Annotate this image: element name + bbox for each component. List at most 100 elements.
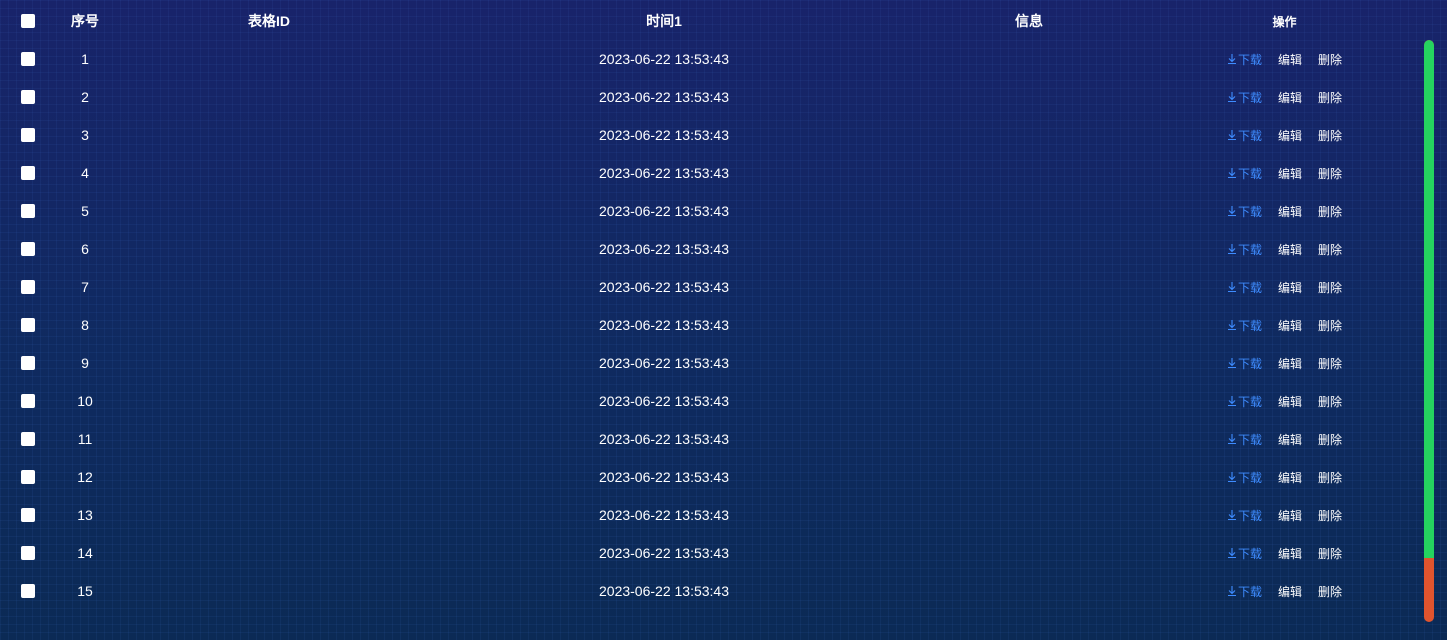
row-time: 2023-06-22 13:53:43 <box>599 165 729 181</box>
row-checkbox[interactable] <box>21 470 35 484</box>
delete-button[interactable]: 删除 <box>1318 545 1342 562</box>
edit-button[interactable]: 编辑 <box>1278 469 1302 486</box>
download-label: 下载 <box>1237 90 1262 105</box>
row-checkbox[interactable] <box>21 90 35 104</box>
row-index: 3 <box>81 127 89 143</box>
vertical-scrollbar[interactable] <box>1424 40 1434 622</box>
download-button[interactable]: 下载 <box>1227 469 1262 486</box>
row-time: 2023-06-22 13:53:43 <box>599 279 729 295</box>
row-checkbox-cell <box>0 40 56 78</box>
delete-button[interactable]: 删除 <box>1318 393 1342 410</box>
edit-button[interactable]: 编辑 <box>1278 545 1302 562</box>
download-arrow-icon <box>1227 319 1237 331</box>
edit-button[interactable]: 编辑 <box>1278 51 1302 68</box>
delete-button[interactable]: 删除 <box>1318 355 1342 372</box>
download-button[interactable]: 下载 <box>1227 89 1262 106</box>
download-arrow-icon <box>1227 433 1237 445</box>
download-arrow-icon <box>1227 395 1237 407</box>
table-body: 1 2023-06-22 13:53:43 下载 编辑 删除 2 2023-06-22 13… <box>0 40 1415 610</box>
row-time: 2023-06-22 13:53:43 <box>599 545 729 561</box>
row-checkbox-cell <box>0 572 56 610</box>
row-time: 2023-06-22 13:53:43 <box>599 583 729 599</box>
edit-button[interactable]: 编辑 <box>1278 165 1302 182</box>
table-row: 12 2023-06-22 13:53:43 下载 编辑 删除 <box>0 458 1415 496</box>
row-checkbox[interactable] <box>21 280 35 294</box>
row-checkbox[interactable] <box>21 356 35 370</box>
download-button[interactable]: 下载 <box>1227 51 1262 68</box>
edit-button[interactable]: 编辑 <box>1278 89 1302 106</box>
row-table-id <box>114 458 424 496</box>
download-button[interactable]: 下载 <box>1227 279 1262 296</box>
download-button[interactable]: 下载 <box>1227 393 1262 410</box>
download-arrow-icon <box>1227 53 1237 65</box>
row-info <box>904 78 1154 116</box>
row-operations: 下载 编辑 删除 <box>1154 116 1415 154</box>
edit-button[interactable]: 编辑 <box>1278 431 1302 448</box>
table-row: 14 2023-06-22 13:53:43 下载 编辑 删除 <box>0 534 1415 572</box>
delete-button[interactable]: 删除 <box>1318 241 1342 258</box>
row-table-id <box>114 534 424 572</box>
row-info <box>904 572 1154 610</box>
edit-button[interactable]: 编辑 <box>1278 393 1302 410</box>
row-table-id <box>114 230 424 268</box>
row-checkbox[interactable] <box>21 508 35 522</box>
row-time: 2023-06-22 13:53:43 <box>599 393 729 409</box>
row-index: 10 <box>77 393 93 409</box>
row-time: 2023-06-22 13:53:43 <box>599 51 729 67</box>
download-button[interactable]: 下载 <box>1227 431 1262 448</box>
download-button[interactable]: 下载 <box>1227 127 1262 144</box>
delete-button[interactable]: 删除 <box>1318 127 1342 144</box>
download-button[interactable]: 下载 <box>1227 165 1262 182</box>
download-button[interactable]: 下载 <box>1227 241 1262 258</box>
delete-button[interactable]: 删除 <box>1318 507 1342 524</box>
download-button[interactable]: 下载 <box>1227 545 1262 562</box>
edit-button[interactable]: 编辑 <box>1278 507 1302 524</box>
row-time: 2023-06-22 13:53:43 <box>599 127 729 143</box>
scrollbar-thumb[interactable] <box>1424 40 1434 558</box>
row-checkbox[interactable] <box>21 584 35 598</box>
row-checkbox[interactable] <box>21 204 35 218</box>
table-row: 11 2023-06-22 13:53:43 下载 编辑 删除 <box>0 420 1415 458</box>
select-all-checkbox[interactable] <box>21 14 35 28</box>
delete-button[interactable]: 删除 <box>1318 317 1342 334</box>
edit-button[interactable]: 编辑 <box>1278 355 1302 372</box>
row-operations: 下载 编辑 删除 <box>1154 78 1415 116</box>
download-button[interactable]: 下载 <box>1227 317 1262 334</box>
download-button[interactable]: 下载 <box>1227 203 1262 220</box>
row-checkbox[interactable] <box>21 432 35 446</box>
delete-button[interactable]: 删除 <box>1318 89 1342 106</box>
row-index: 9 <box>81 355 89 371</box>
row-checkbox[interactable] <box>21 52 35 66</box>
edit-button[interactable]: 编辑 <box>1278 203 1302 220</box>
edit-button[interactable]: 编辑 <box>1278 583 1302 600</box>
row-checkbox[interactable] <box>21 394 35 408</box>
edit-button[interactable]: 编辑 <box>1278 241 1302 258</box>
download-label: 下载 <box>1237 204 1262 219</box>
row-checkbox[interactable] <box>21 166 35 180</box>
delete-button[interactable]: 删除 <box>1318 51 1342 68</box>
edit-button[interactable]: 编辑 <box>1278 127 1302 144</box>
row-info <box>904 306 1154 344</box>
download-button[interactable]: 下载 <box>1227 583 1262 600</box>
delete-button[interactable]: 删除 <box>1318 203 1342 220</box>
row-index: 15 <box>77 583 93 599</box>
row-checkbox[interactable] <box>21 128 35 142</box>
delete-button[interactable]: 删除 <box>1318 431 1342 448</box>
download-button[interactable]: 下载 <box>1227 355 1262 372</box>
row-info <box>904 268 1154 306</box>
row-checkbox-cell <box>0 78 56 116</box>
edit-button[interactable]: 编辑 <box>1278 279 1302 296</box>
edit-button[interactable]: 编辑 <box>1278 317 1302 334</box>
delete-button[interactable]: 删除 <box>1318 583 1342 600</box>
download-button[interactable]: 下载 <box>1227 507 1262 524</box>
download-label: 下载 <box>1237 470 1262 485</box>
row-checkbox[interactable] <box>21 546 35 560</box>
row-checkbox[interactable] <box>21 318 35 332</box>
row-table-id <box>114 192 424 230</box>
row-checkbox[interactable] <box>21 242 35 256</box>
delete-button[interactable]: 删除 <box>1318 165 1342 182</box>
row-table-id <box>114 572 424 610</box>
delete-button[interactable]: 删除 <box>1318 279 1342 296</box>
table-row: 9 2023-06-22 13:53:43 下载 编辑 删除 <box>0 344 1415 382</box>
delete-button[interactable]: 删除 <box>1318 469 1342 486</box>
